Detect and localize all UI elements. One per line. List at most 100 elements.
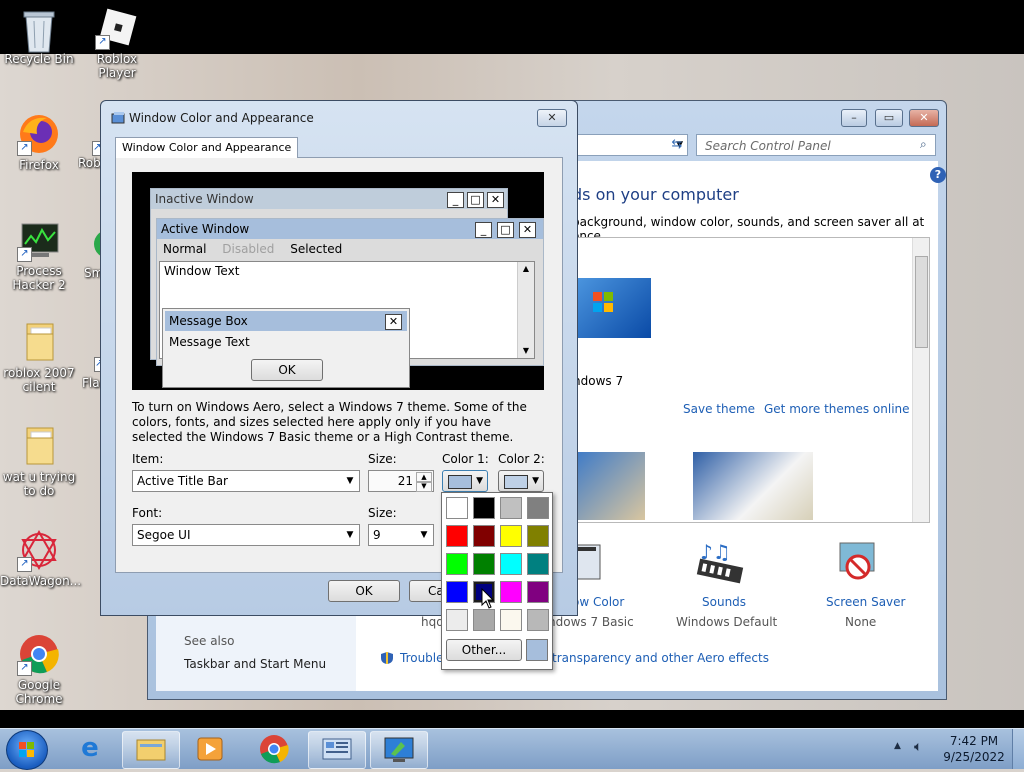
- window-color-link[interactable]: ow Color: [572, 595, 624, 609]
- message-box-preview[interactable]: Message Box ✕ Message Text OK: [162, 308, 410, 388]
- taskbar-media-player[interactable]: [182, 731, 238, 767]
- desktop-icon-fla[interactable]: ↗ Fla: [82, 346, 100, 390]
- preview-scrollbar: ▲ ▼: [517, 262, 534, 358]
- desktop-icon-datawagon[interactable]: ↗ DataWagon...: [0, 528, 81, 588]
- firefox-icon: ↗: [17, 112, 61, 156]
- start-button[interactable]: [6, 730, 48, 770]
- chevron-down-icon[interactable]: ▼: [416, 481, 432, 492]
- refresh-icon[interactable]: ⇆: [666, 134, 688, 156]
- search-input[interactable]: Search Control Panel: [696, 134, 936, 156]
- save-theme-link[interactable]: Save theme: [683, 402, 755, 416]
- speaker-icon[interactable]: 🔈︎: [914, 739, 922, 755]
- color-swatch[interactable]: [446, 497, 468, 519]
- desktop-icon-wat-u-trying[interactable]: wat u trying to do: [0, 424, 78, 498]
- close-button[interactable]: ✕: [909, 109, 939, 127]
- screen-saver-link[interactable]: Screen Saver: [826, 595, 905, 609]
- font-select[interactable]: Segoe UI ▼: [132, 524, 360, 546]
- desktop-icon-roblox-2007[interactable]: roblox 2007 cilent: [0, 320, 78, 394]
- desktop-icon-roblox-player[interactable]: ↗ Roblox Player: [78, 6, 156, 80]
- clock-time: 7:42 PM: [949, 734, 999, 748]
- color-swatch[interactable]: [527, 497, 549, 519]
- menu-disabled: Disabled: [222, 242, 275, 256]
- troubleshoot-link[interactable]: Trouble: [400, 651, 444, 665]
- color-swatch[interactable]: [500, 609, 522, 631]
- window-color-value: ndows 7 Basic: [548, 615, 634, 629]
- color-picker-popup[interactable]: Other...: [441, 492, 553, 670]
- themes-list[interactable]: ndows 7 Save theme Get more themes onlin…: [572, 237, 930, 523]
- get-more-themes-link[interactable]: Get more themes online: [764, 402, 910, 416]
- taskbar-control-panel[interactable]: [308, 731, 366, 769]
- desktop-icon-recycle-bin[interactable]: Recycle Bin: [0, 6, 78, 66]
- clock[interactable]: 7:42 PM 9/25/2022: [940, 733, 1008, 765]
- color-swatch[interactable]: [473, 525, 495, 547]
- search-icon[interactable]: ⌕: [920, 137, 927, 152]
- color-swatch[interactable]: [527, 609, 549, 631]
- ok-button[interactable]: OK: [328, 580, 400, 602]
- desktop-icon-process-hacker[interactable]: ↗ Process Hacker 2: [0, 218, 78, 292]
- color-swatch[interactable]: [473, 553, 495, 575]
- taskbar-personalization[interactable]: [370, 731, 428, 769]
- shortcut-arrow-icon: ↗: [17, 661, 32, 676]
- sounds-icon[interactable]: ♪♫: [696, 540, 744, 587]
- windows7-theme-thumbnail[interactable]: [573, 278, 651, 338]
- taskbar-google-chrome[interactable]: [246, 731, 302, 767]
- sounds-link[interactable]: Sounds: [702, 595, 746, 609]
- chevron-up-icon[interactable]: ▲: [894, 741, 901, 751]
- maximize-icon: □: [467, 192, 484, 208]
- color-swatch[interactable]: [446, 553, 468, 575]
- color-swatch[interactable]: [527, 525, 549, 547]
- maximize-button[interactable]: ▭: [875, 109, 903, 127]
- color-swatch[interactable]: [500, 581, 522, 603]
- color2-button[interactable]: ▼: [498, 470, 544, 492]
- color1-label: Color 1:: [442, 452, 489, 466]
- theme-thumbnail[interactable]: [573, 452, 645, 520]
- color-swatch[interactable]: [446, 581, 468, 603]
- theme-thumbnail[interactable]: [693, 452, 813, 520]
- show-desktop-button[interactable]: [1012, 729, 1024, 769]
- color1-button[interactable]: ▼: [442, 470, 488, 492]
- font-size-select[interactable]: 9 ▼: [368, 524, 434, 546]
- color2-label: Color 2:: [498, 452, 545, 466]
- scrollbar[interactable]: [912, 238, 929, 522]
- color-swatch[interactable]: [446, 609, 468, 631]
- clock-date: 9/25/2022: [943, 750, 1005, 764]
- tab-window-color[interactable]: Window Color and Appearance: [115, 137, 299, 158]
- sounds-value: Windows Default: [676, 615, 778, 629]
- personalization-icon: [384, 737, 414, 762]
- font-size-label: Size:: [368, 506, 397, 520]
- aero-effects-link[interactable]: transparency and other Aero effects: [552, 651, 769, 665]
- color-swatch[interactable]: [527, 581, 549, 603]
- color2-swatch: [504, 475, 528, 489]
- screen-saver-icon[interactable]: [834, 541, 882, 587]
- color-swatch[interactable]: [473, 497, 495, 519]
- color-swatch[interactable]: [500, 553, 522, 575]
- desktop-icon-google-chrome[interactable]: ↗ Google Chrome: [0, 632, 78, 706]
- chevron-down-icon: ▼: [420, 530, 428, 540]
- color-swatch[interactable]: [446, 525, 468, 547]
- appearance-preview[interactable]: Inactive Window _ □ ✕ Active Window _ □ …: [132, 172, 544, 390]
- dialog-close-button[interactable]: ✕: [537, 109, 567, 127]
- desktop-icon-label: wat u trying to do: [2, 470, 76, 498]
- item-select[interactable]: Active Title Bar ▼: [132, 470, 360, 492]
- size-stepper[interactable]: 21 ▲ ▼: [368, 470, 434, 492]
- desktop-icon-roblox-studio[interactable]: ↗ Robl: [78, 112, 102, 170]
- taskbar: e ▲ 🔈︎ 7:42 PM 9/25/2022: [0, 728, 1024, 770]
- desktop-icon-firefox[interactable]: ↗ Firefox: [0, 112, 78, 172]
- desktop-icon-label: Firefox: [19, 158, 59, 172]
- desktop-icon-sm[interactable]: Sm: [84, 222, 100, 280]
- minimize-button[interactable]: –: [841, 109, 867, 127]
- help-icon[interactable]: ?: [930, 167, 946, 183]
- other-color-button[interactable]: Other...: [446, 639, 522, 661]
- chevron-down-icon: ▼: [346, 476, 354, 486]
- control-panel-icon: [322, 738, 352, 760]
- taskbar-file-explorer[interactable]: [122, 731, 180, 769]
- color-swatch[interactable]: [473, 609, 495, 631]
- taskbar-internet-explorer[interactable]: e: [62, 731, 118, 767]
- color-swatch[interactable]: [500, 525, 522, 547]
- dialog-title: Window Color and Appearance: [129, 111, 314, 125]
- color-swatch[interactable]: [500, 497, 522, 519]
- scrollbar-thumb[interactable]: [915, 256, 928, 348]
- taskbar-start-menu-link[interactable]: Taskbar and Start Menu: [184, 657, 326, 671]
- desktop-icon-label: roblox 2007 cilent: [3, 366, 75, 394]
- color-swatch[interactable]: [527, 553, 549, 575]
